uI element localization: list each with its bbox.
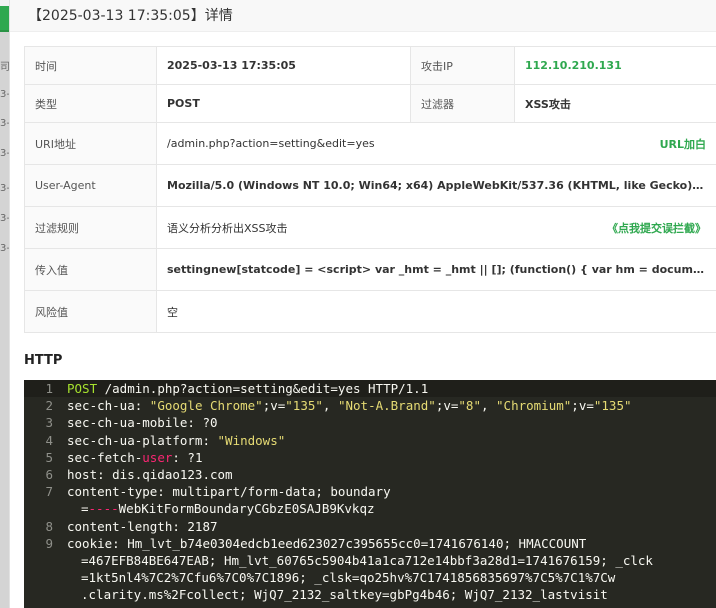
time-label: 时间 bbox=[24, 46, 157, 85]
header-text: , bbox=[322, 398, 338, 414]
report-false-positive-link[interactable]: 《点我提交误拦截》 bbox=[599, 220, 706, 236]
filter-value: XSS攻击 bbox=[514, 84, 716, 123]
detail-row-uri: URI地址 /admin.php?action=setting&edit=yes… bbox=[24, 122, 716, 165]
time-value: 2025-03-13 17:35:05 bbox=[156, 46, 411, 85]
detail-row-user-agent: User-Agent Mozilla/5.0 (Windows NT 10.0;… bbox=[24, 164, 716, 207]
detail-row-time: 时间 2025-03-13 17:35:05 攻击IP 112.10.210.1… bbox=[24, 46, 716, 85]
header-string: "Google Chrome" bbox=[149, 398, 263, 414]
http-request-code-block[interactable]: 1 POST /admin.php?action=setting&edit=ye… bbox=[24, 380, 716, 608]
input-value: settingnew[statcode] = <script> var _hmt… bbox=[156, 248, 716, 291]
detail-table: 时间 2025-03-13 17:35:05 攻击IP 112.10.210.1… bbox=[24, 46, 716, 333]
detail-row-rule: 过滤规则 语义分析分析出XSS攻击 《点我提交误拦截》 bbox=[24, 206, 716, 249]
header-text: , bbox=[480, 398, 497, 414]
request-line: /admin.php?action=setting&edit=yes HTTP/… bbox=[97, 381, 429, 396]
rule-value: 语义分析分析出XSS攻击 bbox=[167, 221, 288, 235]
url-whitelist-link[interactable]: URL加白 bbox=[652, 136, 706, 152]
user-agent-value: Mozilla/5.0 (Windows NT 10.0; Win64; x64… bbox=[156, 164, 716, 207]
line-number: 6 bbox=[45, 467, 53, 483]
header-text: content-length: 2187 bbox=[67, 518, 218, 534]
detail-modal: 【2025-03-13 17:35:05】详情 时间 2025-03-13 17… bbox=[10, 0, 716, 608]
header-text: =467EFB84BE647EAB; Hm_lvt_60765c5904b41a… bbox=[81, 553, 653, 569]
code-line: 6 host: dis.qidao123.com bbox=[24, 466, 716, 483]
header-text: host: dis.qidao123.com bbox=[67, 467, 233, 483]
user-agent-label: User-Agent bbox=[24, 164, 157, 207]
header-text: sec-ch-ua-mobile: ?0 bbox=[67, 415, 218, 431]
code-line: 8 content-length: 2187 bbox=[24, 518, 716, 535]
header-text: .clarity.ms%2Fcollect; WjQ7_2132_saltkey… bbox=[81, 587, 608, 603]
modal-header: 【2025-03-13 17:35:05】详情 bbox=[10, 0, 716, 32]
keyword-highlight: user bbox=[142, 449, 173, 465]
rule-cell: 语义分析分析出XSS攻击 《点我提交误拦截》 bbox=[156, 206, 716, 249]
type-value: POST bbox=[156, 84, 411, 123]
line-number: 2 bbox=[45, 398, 53, 414]
header-string: "Not-A.Brand" bbox=[337, 398, 436, 414]
line-number: 1 bbox=[45, 381, 53, 396]
code-line-continuation: =467EFB84BE647EAB; Hm_lvt_60765c5904b41a… bbox=[24, 552, 716, 569]
line-number: 4 bbox=[45, 432, 53, 448]
background-page-strip: 司 3- 3- 3- 3- 3- 3- bbox=[0, 0, 10, 608]
header-text: sec-fetch- bbox=[67, 449, 143, 465]
code-line: 4 sec-ch-ua-platform: "Windows" bbox=[24, 432, 716, 449]
detail-row-risk: 风险值 空 bbox=[24, 290, 716, 333]
detail-row-type: 类型 POST 过滤器 XSS攻击 bbox=[24, 84, 716, 123]
code-line: 2 sec-ch-ua: "Google Chrome";v="135", "N… bbox=[24, 397, 716, 414]
detail-row-input: 传入值 settingnew[statcode] = <script> var … bbox=[24, 248, 716, 291]
modal-overlay bbox=[0, 30, 9, 608]
header-key: sec-ch-ua-platform: bbox=[67, 432, 218, 448]
header-text: = bbox=[81, 501, 89, 517]
ip-label: 攻击IP bbox=[410, 46, 515, 85]
code-line: 3 sec-ch-ua-mobile: ?0 bbox=[24, 414, 716, 431]
header-text: =1kt5nl4%7C2%7Cfu6%7C0%7C1896; _clsk=qo2… bbox=[81, 570, 616, 586]
keyword-highlight: ---- bbox=[88, 501, 119, 517]
risk-label: 风险值 bbox=[24, 290, 157, 333]
http-method: POST bbox=[67, 381, 98, 396]
filter-label: 过滤器 bbox=[410, 84, 515, 123]
code-line-continuation: =1kt5nl4%7C2%7Cfu6%7C0%7C1896; _clsk=qo2… bbox=[24, 569, 716, 586]
header-text: WebKitFormBoundaryCGbzE0SAJB9Kvkqz bbox=[118, 501, 375, 517]
rule-label: 过滤规则 bbox=[24, 206, 157, 249]
modal-title: 【2025-03-13 17:35:05】详情 bbox=[28, 8, 233, 24]
code-line: 7 content-type: multipart/form-data; bou… bbox=[24, 483, 716, 500]
uri-cell: /admin.php?action=setting&edit=yes URL加白 bbox=[156, 122, 716, 165]
uri-value: /admin.php?action=setting&edit=yes bbox=[167, 137, 375, 150]
background-green-button bbox=[0, 6, 9, 32]
ip-value: 112.10.210.131 bbox=[514, 46, 716, 85]
code-line-continuation: .clarity.ms%2Fcollect; WjQ7_2132_saltkey… bbox=[24, 586, 716, 603]
header-text: ;v= bbox=[435, 398, 459, 414]
line-number: 8 bbox=[45, 518, 53, 534]
line-number: 5 bbox=[45, 449, 53, 465]
code-line-continuation: =----WebKitFormBoundaryCGbzE0SAJB9Kvkqz bbox=[24, 500, 716, 517]
header-string: "Windows" bbox=[217, 432, 286, 448]
line-number: 7 bbox=[45, 484, 53, 500]
code-line: 5 sec-fetch-user: ?1 bbox=[24, 449, 716, 466]
header-text: content-type: multipart/form-data; bound… bbox=[67, 484, 391, 500]
header-text: cookie: Hm_lvt_b74e0304edcb1eed623027c39… bbox=[67, 535, 587, 551]
line-number: 9 bbox=[45, 535, 53, 551]
type-label: 类型 bbox=[24, 84, 157, 123]
header-key: sec-ch-ua: bbox=[67, 398, 150, 414]
header-string: "8" bbox=[458, 398, 481, 414]
input-label: 传入值 bbox=[24, 248, 157, 291]
line-number: 3 bbox=[45, 415, 53, 431]
header-text: : ?1 bbox=[172, 449, 203, 465]
risk-value: 空 bbox=[156, 290, 716, 333]
uri-label: URI地址 bbox=[24, 122, 157, 165]
code-line: 9 cookie: Hm_lvt_b74e0304edcb1eed623027c… bbox=[24, 535, 716, 552]
header-text: ;v= bbox=[571, 398, 594, 414]
code-line: 1 POST /admin.php?action=setting&edit=ye… bbox=[24, 380, 716, 398]
header-string: "135" bbox=[593, 398, 632, 414]
header-string: "Chromium" bbox=[496, 398, 572, 414]
header-string: "135" bbox=[285, 398, 323, 414]
header-text: ;v= bbox=[262, 398, 286, 414]
http-section-title: HTTP bbox=[24, 353, 63, 368]
